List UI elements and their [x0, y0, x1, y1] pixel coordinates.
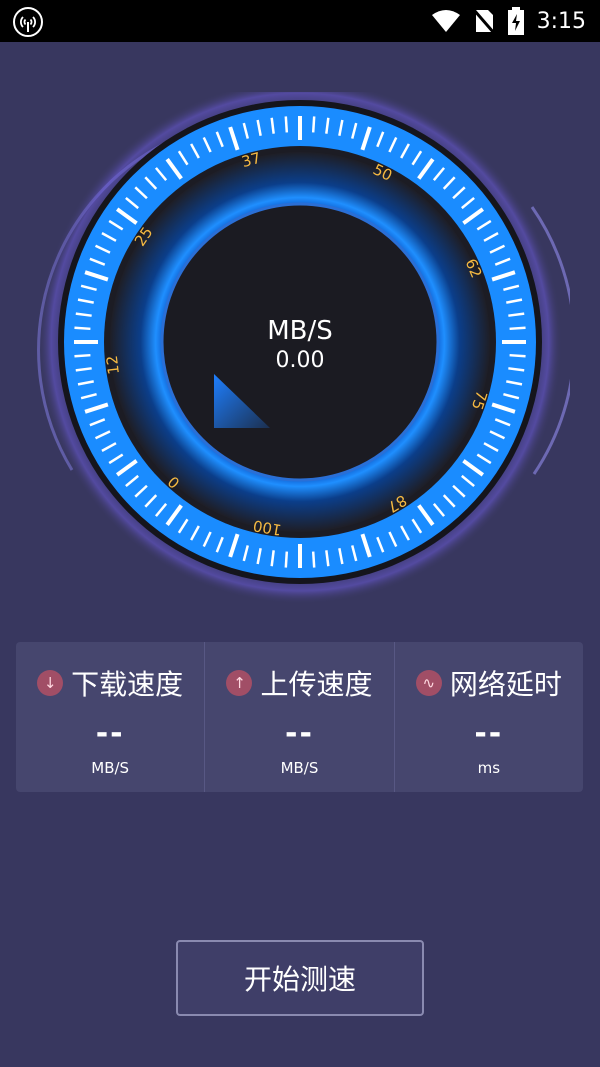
upload-label: 上传速度 — [260, 668, 373, 701]
status-time: 3:15 — [536, 8, 586, 34]
download-stat: ↓ 下载速度 -- MB/S — [16, 642, 206, 792]
gauge-tick — [311, 116, 316, 133]
upload-unit: MB/S — [280, 759, 319, 777]
status-bar: 3:15 — [0, 0, 600, 42]
latency-icon: ∿ — [415, 670, 442, 696]
download-value: -- — [95, 716, 125, 751]
cell-broadcast-icon — [13, 7, 43, 37]
stats-panel: ↓ 下载速度 -- MB/S ↑ 上传速度 -- MB/S ∿ 网络延时 -- … — [16, 642, 583, 792]
gauge-unit: MB/S — [267, 316, 333, 346]
upload-icon: ↑ — [226, 670, 253, 696]
wifi-icon — [431, 10, 460, 32]
gauge-tick — [284, 116, 289, 133]
latency-unit: ms — [477, 759, 501, 777]
upload-stat: ↑ 上传速度 -- MB/S — [205, 642, 395, 792]
battery-charging-icon — [507, 7, 524, 35]
download-icon: ↓ — [37, 670, 64, 696]
gauge-speed-value: 0.00 — [275, 348, 325, 373]
upload-value: -- — [285, 716, 314, 751]
status-icons: 3:15 — [431, 0, 586, 42]
download-unit: MB/S — [91, 759, 130, 777]
latency-value: -- — [474, 716, 504, 751]
gauge-tick — [311, 551, 316, 568]
start-test-button[interactable]: 开始测速 — [176, 940, 424, 1016]
gauge-tick — [284, 551, 289, 568]
no-sim-icon — [472, 9, 495, 34]
latency-stat: ∿ 网络延时 -- ms — [394, 642, 583, 792]
download-label: 下载速度 — [71, 668, 184, 701]
latency-label: 网络延时 — [449, 668, 562, 701]
